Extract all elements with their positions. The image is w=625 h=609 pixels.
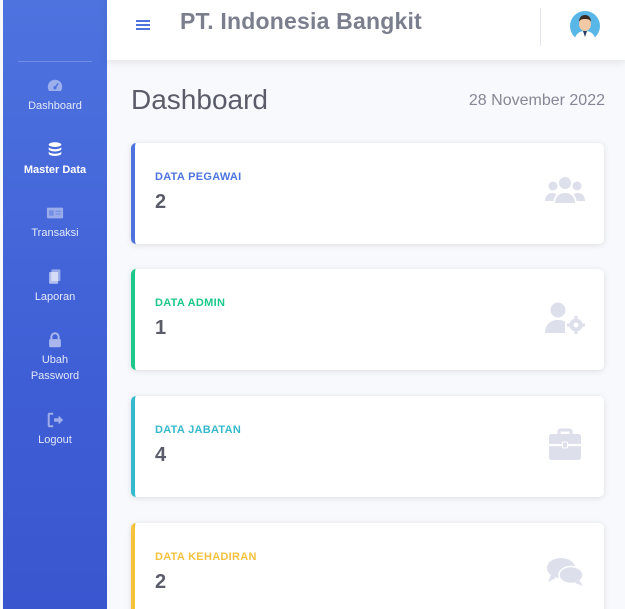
user-avatar-icon[interactable] bbox=[570, 11, 600, 41]
sidebar-item-logout[interactable]: Logout bbox=[3, 411, 107, 448]
user-cog-icon bbox=[545, 302, 585, 334]
sidebar-item-label: Logout bbox=[38, 434, 72, 446]
sidebar-divider bbox=[18, 61, 92, 62]
card-title: DATA JABATAN bbox=[155, 424, 242, 436]
card-data-admin[interactable]: DATA ADMIN 1 bbox=[131, 269, 604, 370]
card-data-kehadiran[interactable]: DATA KEHADIRAN 2 bbox=[131, 523, 604, 609]
database-icon bbox=[48, 142, 62, 156]
users-icon bbox=[545, 177, 585, 203]
sidebar-item-master-data[interactable]: Master Data bbox=[3, 141, 107, 178]
sidebar-item-dashboard[interactable]: Dashboard bbox=[3, 77, 107, 114]
sidebar: Dashboard Master Data Transaksi Laporan bbox=[3, 0, 107, 609]
card-value: 2 bbox=[155, 571, 167, 593]
hamburger-icon[interactable] bbox=[135, 17, 151, 33]
card-title: DATA ADMIN bbox=[155, 297, 226, 309]
sidebar-item-label: Master Data bbox=[23, 164, 87, 176]
card-value: 2 bbox=[155, 191, 167, 213]
card-value: 1 bbox=[155, 317, 167, 339]
card-title: DATA PEGAWAI bbox=[155, 171, 242, 183]
card-title: DATA KEHADIRAN bbox=[155, 551, 257, 563]
sidebar-item-transaksi[interactable]: Transaksi bbox=[3, 204, 107, 241]
lock-icon bbox=[49, 332, 61, 348]
page-title: Dashboard bbox=[131, 84, 268, 115]
card-value: 4 bbox=[155, 444, 167, 466]
sidebar-item-laporan[interactable]: Laporan bbox=[3, 268, 107, 305]
id-card-icon bbox=[46, 207, 64, 219]
copy-icon bbox=[49, 269, 61, 284]
briefcase-icon bbox=[549, 428, 581, 460]
sidebar-item-label: Dashboard bbox=[28, 100, 82, 112]
app-title: PT. Indonesia Bangkit bbox=[180, 8, 422, 34]
sidebar-item-label: Ubah Password bbox=[30, 354, 80, 382]
comments-icon bbox=[547, 558, 584, 586]
sign-out-icon bbox=[47, 412, 64, 428]
sidebar-item-label: Laporan bbox=[34, 291, 76, 303]
tachometer-icon bbox=[47, 79, 63, 91]
card-data-jabatan[interactable]: DATA JABATAN 4 bbox=[131, 396, 604, 497]
topbar: PT. Indonesia Bangkit bbox=[107, 0, 625, 60]
card-data-pegawai[interactable]: DATA PEGAWAI 2 bbox=[131, 143, 604, 244]
page-date: 28 November 2022 bbox=[468, 92, 605, 109]
sidebar-item-label: Transaksi bbox=[31, 227, 79, 239]
sidebar-item-ubah-password[interactable]: Ubah Password bbox=[3, 331, 107, 384]
topbar-divider bbox=[540, 8, 541, 46]
